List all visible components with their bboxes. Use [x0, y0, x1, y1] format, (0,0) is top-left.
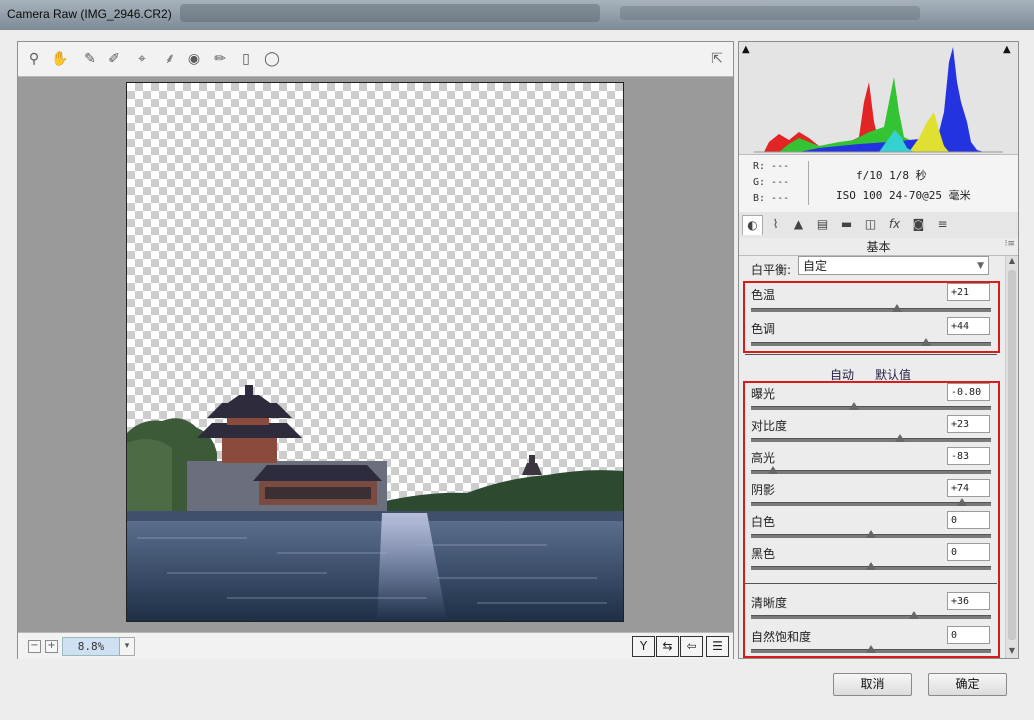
title-bar: Camera Raw (IMG_2946.CR2)	[0, 0, 1034, 30]
histogram: ▲ ▲	[739, 42, 1018, 154]
chevron-down-icon: ▼	[977, 261, 984, 271]
graduated-filter-icon[interactable]: ▯	[236, 49, 256, 69]
panel-scrollbar[interactable]: ▲ ▼	[1005, 256, 1018, 658]
aperture-shutter: f/10 1/8 秒	[856, 169, 927, 182]
blurred-background-2	[620, 6, 920, 20]
blurred-background	[180, 4, 600, 22]
photo-forbidden-city	[127, 385, 623, 621]
white-balance-select[interactable]: 自定 ▼	[798, 256, 989, 275]
annotation-box-white-balance	[743, 281, 1000, 353]
fullscreen-icon[interactable]: ⇱	[707, 50, 727, 68]
adjustments-panel: ▲ ▲ R: --- G: --- B: --- f/10 1/8 秒 ISO …	[738, 41, 1019, 659]
presets-icon[interactable]: ≡	[933, 215, 952, 234]
panel-tabs: ◐ ⌇ ▲ ▤ ▬ ◫ fx ◙ ≡	[739, 212, 1018, 238]
preview-area: ⚲ ✋ ✎ ✐ ⌖ ⸙ ◉ ✏ ▯ ◯ ⇱ − + 8.8% ▾ Y ⇆ ⇦ ☰	[17, 41, 734, 659]
color-sampler-icon[interactable]: ✐	[104, 49, 124, 69]
camera-calibration-icon[interactable]: ◙	[909, 215, 928, 234]
iso-lens: ISO 100 24-70@25 毫米	[836, 189, 971, 202]
zoom-level-field[interactable]: 8.8%	[62, 637, 120, 656]
camera-raw-window: Camera Raw (IMG_2946.CR2) ⚲ ✋ ✎ ✐ ⌖ ⸙ ◉ …	[0, 0, 1034, 720]
lens-icon[interactable]: ◫	[861, 215, 880, 234]
scroll-up-icon[interactable]: ▲	[1006, 256, 1018, 268]
red-eye-icon[interactable]: ◉	[184, 49, 204, 69]
scroll-down-icon[interactable]: ▼	[1006, 646, 1018, 658]
b-readout: B: ---	[753, 193, 790, 204]
zoom-out-button[interactable]: −	[28, 640, 41, 653]
white-balance-value: 自定	[803, 259, 828, 273]
preferences-button[interactable]: ☰	[706, 636, 729, 657]
annotation-box-tone	[743, 381, 1000, 658]
panel-menu-icon[interactable]: ⁝≡	[1005, 239, 1015, 249]
scroll-thumb[interactable]	[1008, 270, 1016, 640]
fx-icon[interactable]: fx	[885, 215, 904, 234]
basic-section-title: 基本	[739, 238, 1018, 256]
tone-curve-icon[interactable]: ⌇	[766, 215, 785, 234]
r-readout: R: ---	[753, 161, 790, 172]
before-after-view-button[interactable]: Y	[632, 636, 655, 657]
window-title: Camera Raw (IMG_2946.CR2)	[7, 7, 172, 21]
hand-icon[interactable]: ✋	[50, 49, 70, 69]
camera-info: R: --- G: --- B: --- f/10 1/8 秒 ISO 100 …	[739, 154, 1018, 214]
spot-brush-icon[interactable]: ⸙	[160, 49, 180, 69]
copy-settings-button[interactable]: ⇦	[680, 636, 703, 657]
split-toning-icon[interactable]: ▬	[837, 215, 856, 234]
image-canvas[interactable]	[126, 82, 624, 622]
target-adjust-icon[interactable]: ⌖	[132, 49, 152, 69]
brush-icon[interactable]: ✏	[210, 49, 230, 69]
info-divider	[808, 161, 809, 205]
detail-icon[interactable]: ▲	[789, 215, 808, 234]
g-readout: G: ---	[753, 177, 790, 188]
swap-before-after-button[interactable]: ⇆	[656, 636, 679, 657]
section-divider	[745, 354, 997, 355]
hsl-icon[interactable]: ▤	[813, 215, 832, 234]
cancel-button[interactable]: 取消	[833, 673, 912, 696]
magnifier-icon[interactable]: ⚲	[24, 49, 44, 69]
ok-button[interactable]: 确定	[928, 673, 1007, 696]
status-bar: − + 8.8% ▾ Y ⇆ ⇦ ☰	[18, 632, 733, 659]
tool-bar: ⚲ ✋ ✎ ✐ ⌖ ⸙ ◉ ✏ ▯ ◯ ⇱	[18, 42, 733, 77]
basic-icon[interactable]: ◐	[742, 215, 763, 235]
zoom-in-button[interactable]: +	[45, 640, 58, 653]
radial-filter-icon[interactable]: ◯	[262, 49, 282, 69]
eyedropper-icon[interactable]: ✎	[80, 49, 100, 69]
histogram-graph	[754, 47, 1003, 153]
white-balance-label: 白平衡:	[751, 263, 792, 277]
zoom-dropdown[interactable]: ▾	[119, 637, 135, 656]
